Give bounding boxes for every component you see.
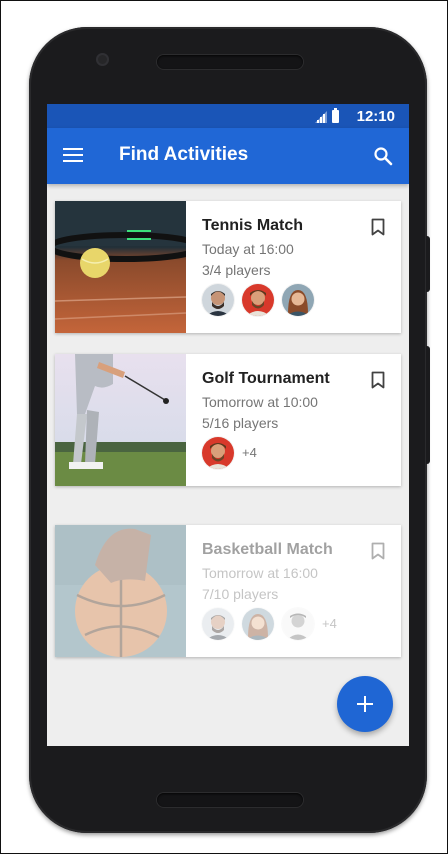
screen: 12:10 Find Activities Tennis Match Today… <box>47 104 409 746</box>
card-title: Basketball Match <box>202 541 333 558</box>
card-title: Golf Tournament <box>202 370 330 387</box>
card-time: Tomorrow at 16:00 <box>202 565 318 581</box>
menu-icon[interactable] <box>63 148 83 164</box>
volume-button <box>426 236 430 292</box>
tennis-image <box>55 201 186 333</box>
card-time: Tomorrow at 10:00 <box>202 394 318 410</box>
bottom-speaker <box>157 793 303 807</box>
front-camera <box>96 53 109 66</box>
power-button <box>426 346 430 464</box>
activity-card-golf[interactable]: Golf Tournament Tomorrow at 10:00 5/16 p… <box>55 354 401 486</box>
more-players-count: +4 <box>322 616 337 631</box>
avatar <box>282 284 314 316</box>
bookmark-icon[interactable] <box>371 218 385 236</box>
card-players: 3/4 players <box>202 262 271 278</box>
basketball-image <box>55 525 186 657</box>
avatar <box>242 608 274 640</box>
avatar <box>242 284 274 316</box>
card-time: Today at 16:00 <box>202 241 294 257</box>
status-time: 12:10 <box>356 108 395 125</box>
battery-icon <box>332 108 339 123</box>
bookmark-icon[interactable] <box>371 371 385 389</box>
status-bar: 12:10 <box>47 104 409 128</box>
avatar <box>202 437 234 469</box>
search-icon[interactable] <box>373 146 393 166</box>
more-players-count: +4 <box>242 445 257 460</box>
golf-image <box>55 354 186 486</box>
page-title: Find Activities <box>119 144 249 165</box>
add-activity-fab[interactable] <box>337 676 393 732</box>
signal-icon <box>315 111 327 123</box>
add-icon <box>357 696 373 712</box>
avatar <box>202 608 234 640</box>
avatar <box>282 608 314 640</box>
top-speaker <box>157 55 303 69</box>
bookmark-icon[interactable] <box>371 542 385 560</box>
app-bar: Find Activities <box>47 128 409 184</box>
activity-card-basketball[interactable]: Basketball Match Tomorrow at 16:00 7/10 … <box>55 525 401 657</box>
activity-card-tennis[interactable]: Tennis Match Today at 16:00 3/4 players <box>55 201 401 333</box>
avatar <box>202 284 234 316</box>
card-title: Tennis Match <box>202 217 304 234</box>
card-players: 7/10 players <box>202 586 279 602</box>
card-players: 5/16 players <box>202 415 279 431</box>
